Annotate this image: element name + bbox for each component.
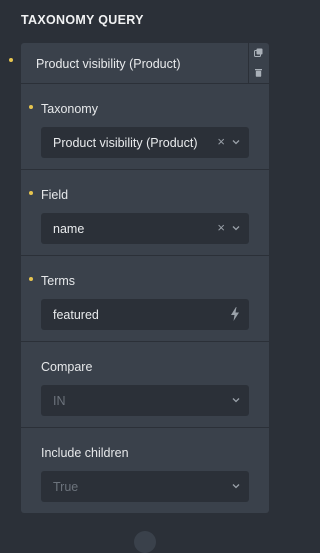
required-dot [29, 277, 33, 281]
field-select[interactable]: name × [41, 213, 249, 244]
compare-select[interactable]: IN [41, 385, 249, 416]
required-dot [9, 58, 13, 62]
item-actions [248, 43, 269, 83]
query-item-title: Product visibility (Product) [36, 57, 181, 71]
terms-input[interactable]: featured [41, 299, 249, 330]
control-taxonomy: Taxonomy Product visibility (Product) × [21, 84, 269, 170]
taxonomy-label: Taxonomy [41, 102, 98, 116]
bolt-icon[interactable] [230, 307, 240, 321]
clear-icon[interactable]: × [217, 134, 225, 149]
chevron-down-icon [232, 398, 240, 403]
trash-icon[interactable] [254, 68, 263, 77]
add-item-handle[interactable] [134, 531, 156, 553]
chevron-down-icon [232, 226, 240, 231]
control-compare: Compare IN [21, 342, 269, 428]
compare-label: Compare [41, 360, 93, 374]
control-include-children: Include children True [21, 428, 269, 513]
include-children-label: Include children [41, 446, 129, 460]
taxonomy-query-item: Product visibility (Product) Taxonomy Pr… [21, 43, 269, 513]
field-value: name [53, 222, 85, 236]
include-children-placeholder: True [53, 480, 79, 494]
terms-label: Terms [41, 274, 76, 288]
chevron-down-icon [232, 484, 240, 489]
required-dot [29, 191, 33, 195]
clear-icon[interactable]: × [217, 220, 225, 235]
taxonomy-select[interactable]: Product visibility (Product) × [41, 127, 249, 158]
control-field: Field name × [21, 170, 269, 256]
compare-placeholder: IN [53, 394, 66, 408]
chevron-down-icon [232, 140, 240, 145]
taxonomy-value: Product visibility (Product) [53, 136, 198, 150]
control-terms: Terms featured [21, 256, 269, 342]
section-title: TAXONOMY QUERY [21, 13, 144, 27]
query-item-header[interactable]: Product visibility (Product) [21, 43, 269, 84]
copy-icon[interactable] [254, 48, 263, 57]
include-children-select[interactable]: True [41, 471, 249, 502]
required-dot [29, 105, 33, 109]
terms-value: featured [53, 308, 99, 322]
field-label: Field [41, 188, 69, 202]
